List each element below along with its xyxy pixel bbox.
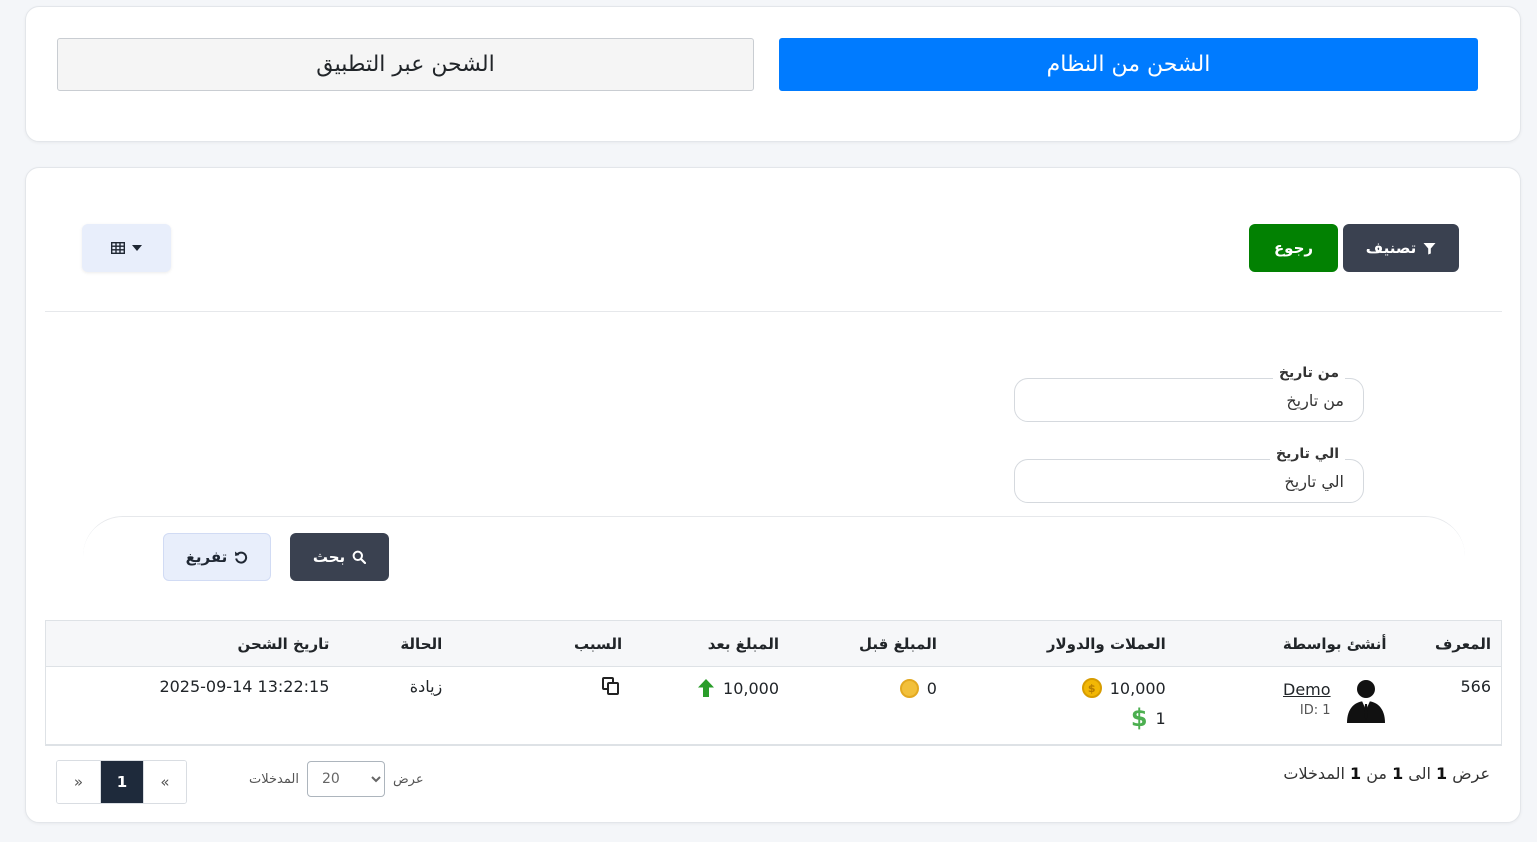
avatar bbox=[1346, 680, 1385, 723]
copy-icon[interactable] bbox=[602, 677, 622, 697]
reset-button[interactable]: تفريغ bbox=[163, 533, 271, 581]
header-after[interactable]: المبلغ بعد bbox=[632, 620, 789, 667]
filter-icon bbox=[1423, 242, 1436, 254]
from-date-input[interactable] bbox=[1044, 391, 1344, 410]
cell-status: زيادة bbox=[339, 666, 453, 746]
pagination-of-word: من bbox=[1366, 764, 1387, 783]
back-button-label: رجوع bbox=[1273, 239, 1314, 257]
back-button[interactable]: رجوع bbox=[1249, 224, 1338, 272]
creator-id: ID: 1 bbox=[1299, 703, 1331, 718]
header-amounts[interactable]: العملات والدولار bbox=[946, 620, 1176, 667]
search-icon bbox=[352, 550, 367, 564]
filter-button[interactable]: تصنيف bbox=[1343, 224, 1459, 272]
coin-icon bbox=[899, 678, 919, 698]
charges-table: المعرف أنشئ بواسطة العملات والدولار المب… bbox=[45, 620, 1502, 746]
cell-reason bbox=[452, 666, 633, 746]
header-id[interactable]: المعرف bbox=[1396, 620, 1502, 667]
cell-date: 2025-09-14 13:22:15 bbox=[45, 666, 340, 746]
pagination-to-word: الى bbox=[1408, 764, 1431, 783]
header-created-by[interactable]: أنشئ بواسطة bbox=[1175, 620, 1397, 667]
pagination-info: عرض 1 الى 1 من 1 المدخلات bbox=[1283, 764, 1490, 783]
header-reason[interactable]: السبب bbox=[452, 620, 633, 667]
reset-button-label: تفريغ bbox=[185, 548, 228, 566]
header-status[interactable]: الحالة bbox=[339, 620, 453, 667]
entries-label: المدخلات bbox=[249, 771, 299, 787]
current-page-button[interactable]: 1 bbox=[100, 761, 143, 803]
page-size-control: عرض 20 المدخلات bbox=[249, 761, 424, 797]
caret-down-icon bbox=[132, 245, 142, 251]
cell-amounts: 10,000 $ 1 $ bbox=[946, 666, 1176, 746]
app-charge-button[interactable]: الشحن عبر التطبيق bbox=[57, 38, 754, 91]
show-label: عرض bbox=[392, 771, 424, 787]
charges-card: تصنيف رجوع من تاريخ الي تاريخ بحث تفريغ bbox=[25, 167, 1521, 823]
date-value: 2025-09-14 13:22:15 bbox=[159, 677, 330, 696]
pagination-start: 1 bbox=[1436, 764, 1448, 783]
pagination: » 1 « bbox=[56, 760, 187, 804]
pagination-suffix: المدخلات bbox=[1283, 764, 1345, 783]
cell-created-by: Demo ID: 1 bbox=[1175, 666, 1397, 746]
coin-icon: $ bbox=[1081, 678, 1102, 698]
dollars-value: 1 bbox=[1155, 708, 1166, 728]
system-charge-button[interactable]: الشحن من النظام bbox=[779, 38, 1478, 91]
next-page-button[interactable]: » bbox=[57, 761, 100, 803]
search-button[interactable]: بحث bbox=[290, 533, 389, 581]
column-toggle-button[interactable] bbox=[82, 224, 171, 272]
pagination-end: 1 bbox=[1392, 764, 1404, 783]
undo-icon bbox=[235, 551, 248, 564]
header-before[interactable]: المبلغ قبل bbox=[789, 620, 947, 667]
before-value: 0 bbox=[926, 678, 937, 698]
to-date-field: الي تاريخ bbox=[1014, 446, 1364, 503]
to-date-input[interactable] bbox=[1044, 472, 1344, 491]
creator-link[interactable]: Demo bbox=[1283, 680, 1331, 699]
cell-after: 10,000 bbox=[632, 666, 789, 746]
header-date[interactable]: تاريخ الشحن bbox=[45, 620, 340, 667]
table-icon bbox=[111, 242, 125, 254]
table-header-row: المعرف أنشئ بواسطة العملات والدولار المب… bbox=[45, 620, 1502, 667]
page-size-select[interactable]: 20 bbox=[306, 761, 385, 797]
search-button-label: بحث bbox=[312, 548, 346, 566]
cell-before: 0 bbox=[789, 666, 947, 746]
after-value: 10,000 bbox=[723, 678, 779, 698]
pagination-prefix: عرض bbox=[1452, 764, 1490, 783]
coins-value: 10,000 bbox=[1109, 678, 1166, 698]
prev-page-button[interactable]: « bbox=[143, 761, 186, 803]
cell-id: 566 bbox=[1396, 666, 1502, 746]
dollar-icon: $ bbox=[1130, 704, 1148, 732]
charge-source-card: الشحن من النظام الشحن عبر التطبيق bbox=[25, 6, 1521, 142]
table-row: 566 Demo ID: 1 10,000 $ 1 $ 0 10,000 زيا… bbox=[45, 666, 1502, 746]
arrow-up-icon bbox=[698, 679, 715, 697]
from-date-label: من تاريخ bbox=[1272, 365, 1345, 381]
to-date-label: الي تاريخ bbox=[1269, 446, 1345, 462]
filter-button-label: تصنيف bbox=[1365, 239, 1417, 257]
pagination-total: 1 bbox=[1349, 764, 1362, 783]
from-date-field: من تاريخ bbox=[1014, 365, 1364, 422]
toolbar-divider bbox=[45, 311, 1502, 312]
